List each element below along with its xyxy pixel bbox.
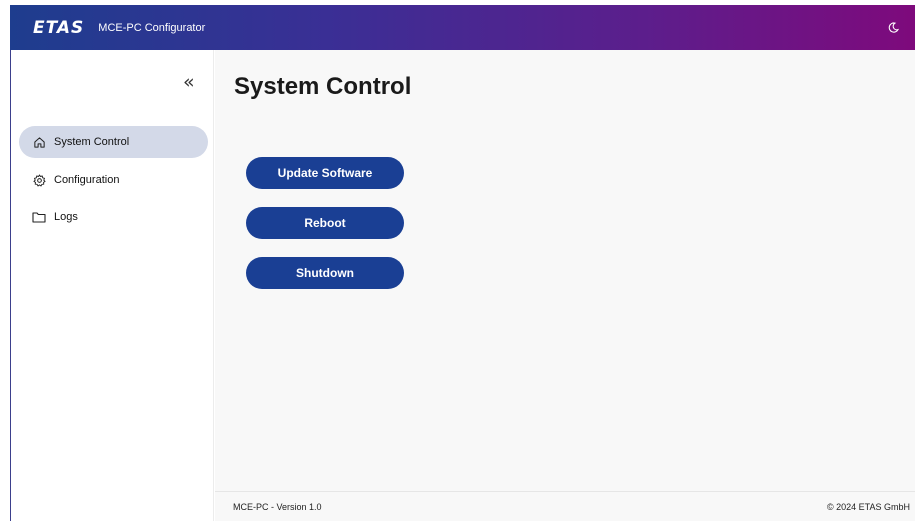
- page-title: System Control: [234, 73, 412, 100]
- top-header: ETAS MCE-PC Configurator: [10, 5, 915, 50]
- folder-icon: [32, 210, 46, 224]
- reboot-button[interactable]: Reboot: [246, 207, 404, 239]
- moon-icon[interactable]: [885, 19, 901, 35]
- update-software-button[interactable]: Update Software: [246, 157, 404, 189]
- etas-logo[interactable]: ETAS: [33, 18, 84, 38]
- sidebar-item-system-control[interactable]: System Control: [19, 126, 208, 158]
- collapse-sidebar-button[interactable]: «: [183, 73, 195, 92]
- version-text: MCE-PC - Version 1.0: [233, 501, 322, 512]
- copyright-text: © 2024 ETAS GmbH: [827, 501, 910, 512]
- sidebar-item-configuration[interactable]: Configuration: [19, 164, 208, 196]
- sidebar-item-label: Logs: [54, 211, 78, 223]
- home-icon: [32, 135, 46, 149]
- shutdown-button[interactable]: Shutdown: [246, 257, 404, 289]
- app-title: MCE-PC Configurator: [98, 21, 206, 34]
- gear-icon: [32, 173, 46, 187]
- footer: MCE-PC - Version 1.0 © 2024 ETAS GmbH: [215, 491, 915, 521]
- sidebar: « System Control Configuration Logs: [11, 50, 214, 521]
- app-window: ETAS MCE-PC Configurator « System Contro…: [0, 0, 915, 521]
- sidebar-item-label: System Control: [54, 136, 130, 148]
- sidebar-item-label: Configuration: [54, 174, 120, 186]
- main-content: System Control Update Software Reboot Sh…: [215, 50, 915, 491]
- sidebar-item-logs[interactable]: Logs: [19, 201, 208, 233]
